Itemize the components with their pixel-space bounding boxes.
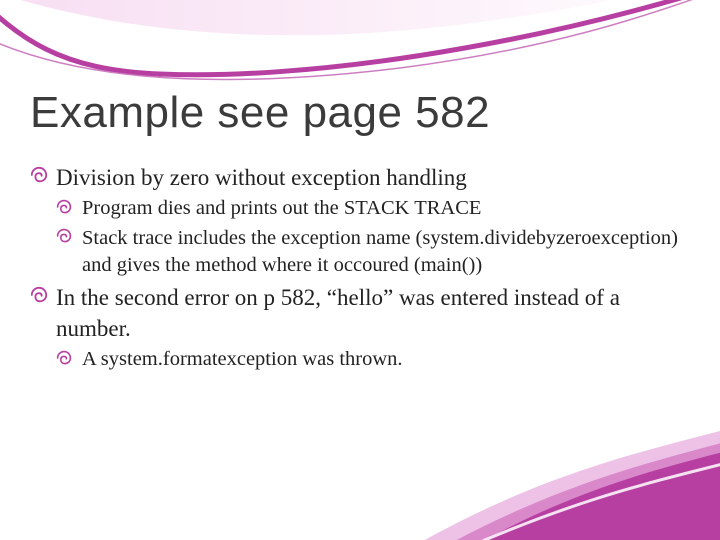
bullet-text: Program dies and prints out the STACK TR… [82, 197, 481, 219]
slide-body: Division by zero without exception handl… [30, 160, 688, 376]
swirl-bullet-icon [56, 228, 74, 246]
bullet-level2: A system.formatexception was thrown. [56, 346, 688, 374]
swirl-bullet-icon [56, 350, 74, 368]
bullet-text: A system.formatexception was thrown. [82, 348, 403, 370]
bullet-text: In the second error on p 582, “hello” wa… [56, 285, 620, 341]
bullet-level1: Division by zero without exception handl… [30, 162, 688, 193]
bullet-text: Stack trace includes the exception name … [82, 227, 678, 277]
swirl-bullet-icon [30, 286, 48, 304]
bullet-level2: Stack trace includes the exception name … [56, 225, 688, 280]
bullet-level1: In the second error on p 582, “hello” wa… [30, 282, 688, 344]
bullet-text: Division by zero without exception handl… [56, 165, 467, 190]
bullet-level2: Program dies and prints out the STACK TR… [56, 195, 688, 223]
swirl-bullet-icon [56, 199, 74, 217]
swirl-bullet-icon [30, 166, 48, 184]
slide-title: Example see page 582 [30, 88, 490, 138]
